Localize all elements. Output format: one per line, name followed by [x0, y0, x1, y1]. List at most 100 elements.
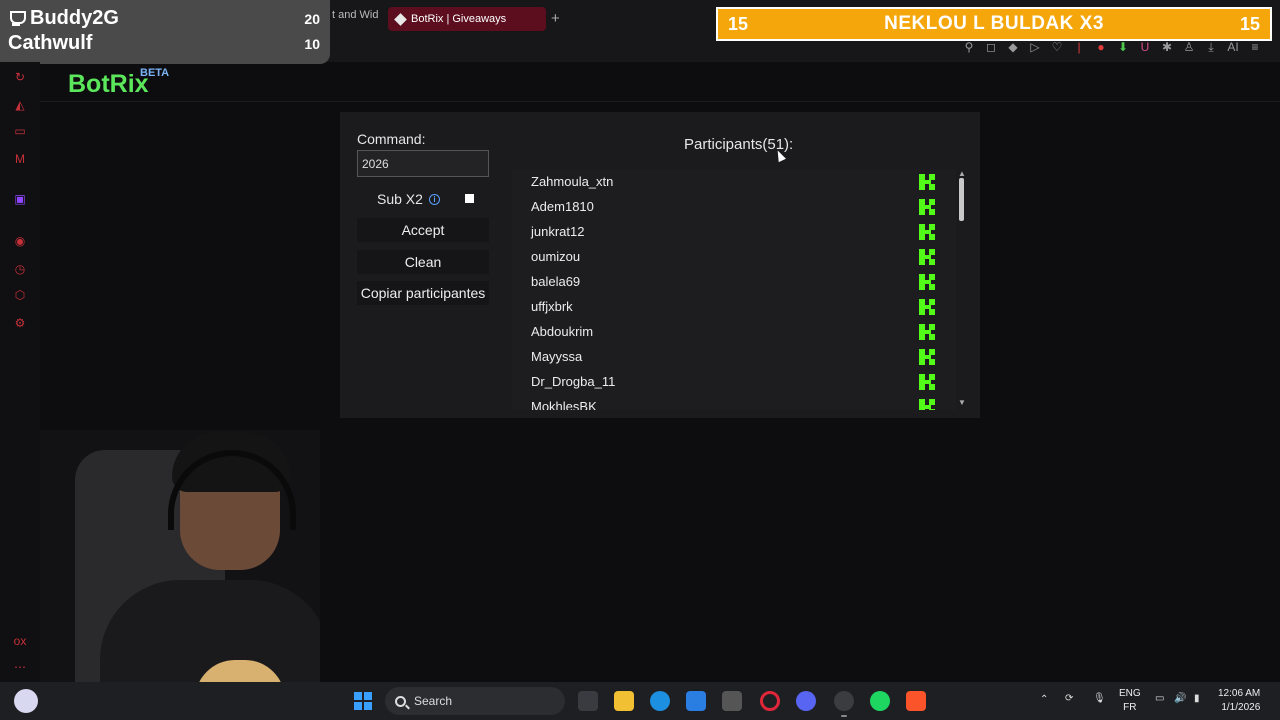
kick-icon: [919, 274, 935, 290]
participants-list[interactable]: Zahmoula_xtn Adem1810 junkrat12 oumizou bale…: [512, 169, 956, 410]
downloads-icon[interactable]: ⤓: [1204, 40, 1218, 55]
participant-name: uffjxbrk: [531, 299, 573, 314]
participant-row[interactable]: oumizou: [512, 244, 956, 269]
opera-gx-icon[interactable]: [760, 691, 780, 711]
screenshot-icon[interactable]: ◻: [984, 40, 998, 55]
botrix-favicon-icon: [394, 12, 407, 26]
heart-icon[interactable]: ♡: [1050, 40, 1064, 55]
file-explorer-icon[interactable]: [614, 691, 634, 711]
kick-icon: [919, 374, 935, 390]
bag-icon[interactable]: ◭: [12, 98, 28, 112]
download-extension-icon[interactable]: ⬇: [1116, 40, 1130, 55]
scroll-down-arrow-icon[interactable]: ▼: [958, 398, 966, 407]
sub-x2-option: Sub X2 i: [377, 191, 440, 207]
refresh-icon[interactable]: ↻: [12, 70, 28, 84]
browser-extension-icons: ⚲ ◻ ◆ ▷ ♡ | ● ⬇ U ✱ ♙ ⤓ AI ≡: [962, 40, 1262, 55]
microphone-icon[interactable]: 🎙: [1093, 693, 1106, 704]
clean-button[interactable]: Clean: [357, 250, 489, 274]
display-icon[interactable]: ▭: [1155, 693, 1164, 704]
ai-icon[interactable]: AI: [1226, 40, 1240, 55]
participant-name: Zahmoula_xtn: [531, 174, 614, 189]
participant-row[interactable]: uffjxbrk: [512, 294, 956, 319]
copy-participants-button[interactable]: Copiar participantes: [357, 281, 489, 305]
task-view-icon[interactable]: [578, 691, 598, 711]
extension-fire-icon[interactable]: ●: [1094, 40, 1108, 55]
kick-icon: [919, 174, 935, 190]
screen: t and Wid BotRix | Giveaways + ⚲ ◻ ◆ ▷ ♡…: [0, 0, 1280, 720]
shield-icon[interactable]: ◆: [1006, 40, 1020, 55]
clock-icon[interactable]: ◷: [12, 262, 28, 276]
pin-icon[interactable]: ⚲: [962, 40, 976, 55]
leaderboard-score: 20: [304, 10, 320, 27]
header-divider: [40, 101, 1280, 102]
obs-icon[interactable]: [834, 691, 854, 711]
participant-name: Adem1810: [531, 199, 594, 214]
participant-row[interactable]: Dr_Drogba_11: [512, 369, 956, 394]
language-top: ENG: [1119, 688, 1141, 699]
battery-icon[interactable]: ▮: [1194, 693, 1200, 704]
player-icon[interactable]: ◉: [12, 234, 28, 248]
puzzle-icon[interactable]: ✱: [1160, 40, 1174, 55]
kick-icon: [919, 299, 935, 315]
ox-icon[interactable]: ox: [12, 634, 28, 648]
botrix-logo[interactable]: BotRix: [68, 70, 149, 99]
windows-start-icon[interactable]: [354, 692, 372, 710]
app-icon[interactable]: [722, 691, 742, 711]
messenger-icon[interactable]: M: [12, 152, 28, 166]
search-icon: [395, 695, 406, 707]
leaderboard-score: 10: [304, 35, 320, 52]
scrollbar-thumb[interactable]: [959, 178, 964, 221]
extension-u-icon[interactable]: U: [1138, 40, 1152, 55]
participant-row[interactable]: MokhlesBK: [512, 394, 956, 410]
info-icon[interactable]: i: [428, 193, 440, 205]
participant-row[interactable]: balela69: [512, 269, 956, 294]
edge-icon[interactable]: [650, 691, 670, 711]
chat-icon[interactable]: ▭: [12, 124, 28, 138]
twitch-icon[interactable]: ▣: [12, 192, 28, 206]
taskbar-clock[interactable]: 12:06 AM 1/1/2026: [1218, 687, 1260, 715]
scroll-up-arrow-icon[interactable]: ▲: [958, 169, 966, 178]
play-icon[interactable]: ▷: [1028, 40, 1042, 55]
banner-title: NEKLOU L BULDAK X3: [884, 13, 1104, 34]
settings-icon[interactable]: ⚙: [12, 316, 28, 330]
banner-left-number: 15: [728, 13, 749, 34]
stream-leaderboard: Buddy2G 20 Cathwulf 10: [0, 0, 330, 64]
accept-button[interactable]: Accept: [357, 218, 489, 242]
store-icon[interactable]: [686, 691, 706, 711]
menu-icon[interactable]: ≡: [1248, 40, 1262, 55]
browser-tab-partial[interactable]: t and Wid: [332, 9, 378, 21]
weather-icon[interactable]: [14, 689, 38, 713]
discord-icon[interactable]: [796, 691, 816, 711]
leaderboard-row: Cathwulf 10: [8, 31, 322, 56]
new-tab-button[interactable]: +: [551, 10, 560, 27]
browser-tab-label: BotRix | Giveaways: [411, 13, 507, 25]
windows-taskbar: Search ⌃ ⟳ 🎙 ENG FR ▭ 🔊 ▮ 12:06 AM 1/1/2…: [0, 682, 1280, 720]
cube-icon[interactable]: ⬡: [12, 288, 28, 302]
leaderboard-name: Buddy2G: [30, 7, 119, 29]
participant-name: Abdoukrim: [531, 324, 594, 339]
clock-date: 1/1/2026: [1221, 702, 1261, 713]
participant-row[interactable]: Adem1810: [512, 194, 956, 219]
taskbar-search[interactable]: Search: [385, 687, 565, 715]
stream-banner: 15 NEKLOU L BULDAK X3 15: [716, 7, 1272, 41]
sub-x2-checkbox[interactable]: [465, 194, 474, 203]
tray-chevron-icon[interactable]: ⌃: [1040, 694, 1048, 705]
participant-row[interactable]: junkrat12: [512, 219, 956, 244]
participant-row[interactable]: Abdoukrim: [512, 319, 956, 344]
volume-icon[interactable]: 🔊: [1174, 693, 1186, 704]
spotify-icon[interactable]: [870, 691, 890, 711]
participant-row[interactable]: Mayyssa: [512, 344, 956, 369]
participant-row[interactable]: Zahmoula_xtn: [512, 169, 956, 194]
command-input[interactable]: [357, 150, 489, 177]
sync-icon[interactable]: ⟳: [1065, 693, 1073, 704]
profile-icon[interactable]: ♙: [1182, 40, 1196, 55]
participant-name: oumizou: [531, 249, 581, 264]
more-icon[interactable]: ⋯: [12, 660, 28, 674]
kick-icon: [919, 199, 935, 215]
participant-name: Dr_Drogba_11: [531, 374, 616, 389]
streamer-body: [100, 580, 320, 682]
participant-name: balela69: [531, 274, 581, 289]
language-indicator[interactable]: ENG FR: [1119, 687, 1141, 715]
browser-tab-botrix[interactable]: BotRix | Giveaways: [388, 7, 546, 31]
brave-icon[interactable]: [906, 691, 926, 711]
